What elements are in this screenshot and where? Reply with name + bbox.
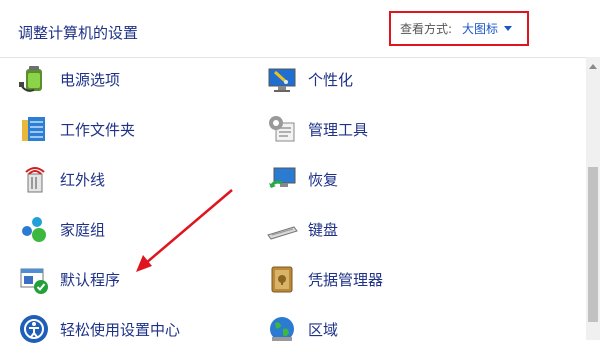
annotation-arrow (136, 189, 233, 272)
